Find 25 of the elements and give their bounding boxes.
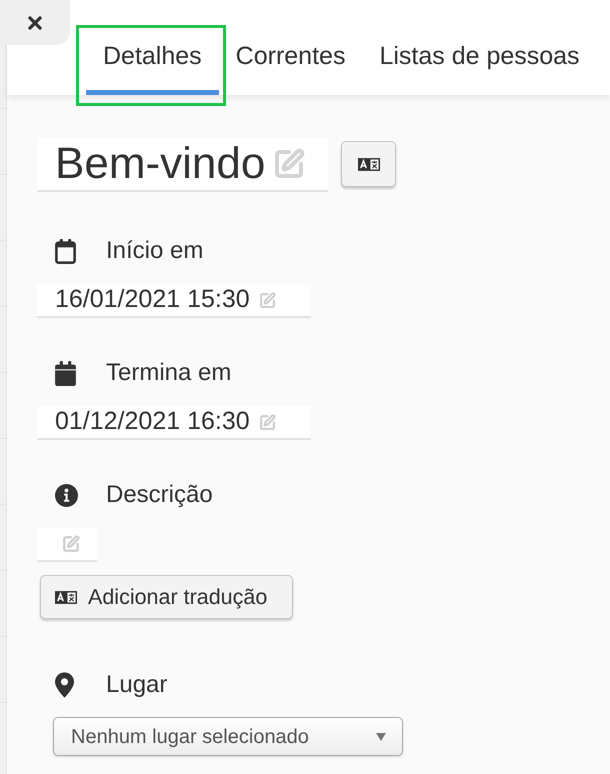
edit-icon[interactable]	[273, 148, 306, 180]
translate-icon	[55, 590, 77, 604]
edit-icon[interactable]	[258, 414, 276, 430]
info-icon	[55, 484, 78, 506]
title-field[interactable]: Bem-vindo	[37, 137, 328, 192]
field-label: Termina em	[106, 358, 232, 388]
translate-button[interactable]	[341, 141, 396, 187]
add-translation-button[interactable]: Adicionar tradução	[40, 575, 293, 619]
field-label: Início em	[106, 236, 204, 266]
edit-icon[interactable]	[62, 535, 80, 553]
description-field[interactable]	[37, 528, 97, 562]
tab[interactable]: Correntes	[218, 25, 362, 95]
field-label: Lugar	[106, 670, 168, 700]
field-label: Descrição	[106, 480, 213, 510]
date-field[interactable]: 01/12/2021 16:30	[37, 406, 311, 440]
caret-down-icon	[376, 732, 386, 740]
translate-icon	[358, 158, 380, 170]
edit-icon[interactable]	[258, 292, 276, 308]
place-select[interactable]: Nenhum lugar selecionado	[53, 717, 403, 756]
tab[interactable]: Listas de pessoas	[362, 25, 597, 95]
map-pin-icon	[55, 672, 74, 698]
calendar-icon	[55, 238, 76, 264]
calendar-icon	[55, 360, 76, 386]
date-field[interactable]: 16/01/2021 15:30	[37, 284, 311, 318]
tab[interactable]: Detalhes	[86, 25, 219, 95]
